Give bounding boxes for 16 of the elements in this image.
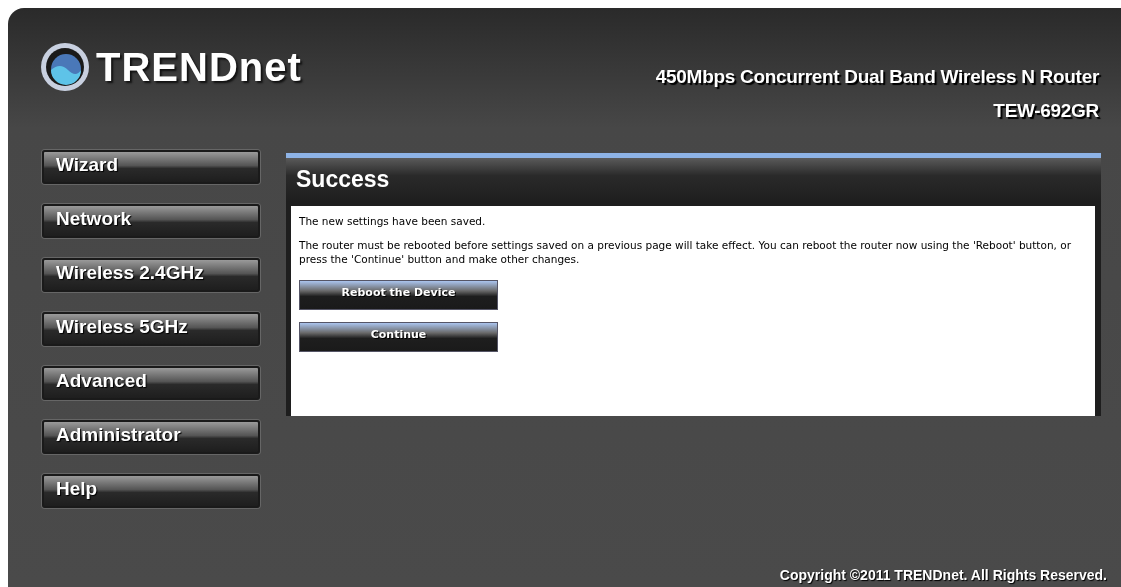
globe-logo-icon — [40, 42, 90, 92]
message-text: The router must be rebooted before settings saved on a previous page will take effect. You can reboot the router now using the 'Reboot' button, or press the 'Continue' button and make other changes. — [299, 238, 1072, 266]
product-title: 450Mbps Concurrent Dual Band Wireless N Router — [655, 66, 1099, 88]
action-button[interactable]: Continue — [299, 322, 498, 352]
nav-button[interactable]: Network — [42, 204, 260, 238]
nav-button[interactable]: Wireless 2.4GHz — [42, 258, 260, 292]
model-name: TEW-692GR — [993, 100, 1099, 122]
message-text: The new settings have been saved. — [299, 214, 486, 228]
nav-button[interactable]: Advanced — [42, 366, 260, 400]
brand-logo: TRENDnet — [96, 44, 302, 90]
nav-button[interactable]: Wireless 5GHz — [42, 312, 260, 346]
action-button[interactable]: Reboot the Device — [299, 280, 498, 310]
copyright-text: Copyright ©2011 TRENDnet. All Rights Reserved. — [779, 567, 1107, 583]
nav-button[interactable]: Wizard — [42, 150, 260, 184]
nav-button[interactable]: Administrator — [42, 420, 260, 454]
nav-button[interactable]: Help — [42, 474, 260, 508]
